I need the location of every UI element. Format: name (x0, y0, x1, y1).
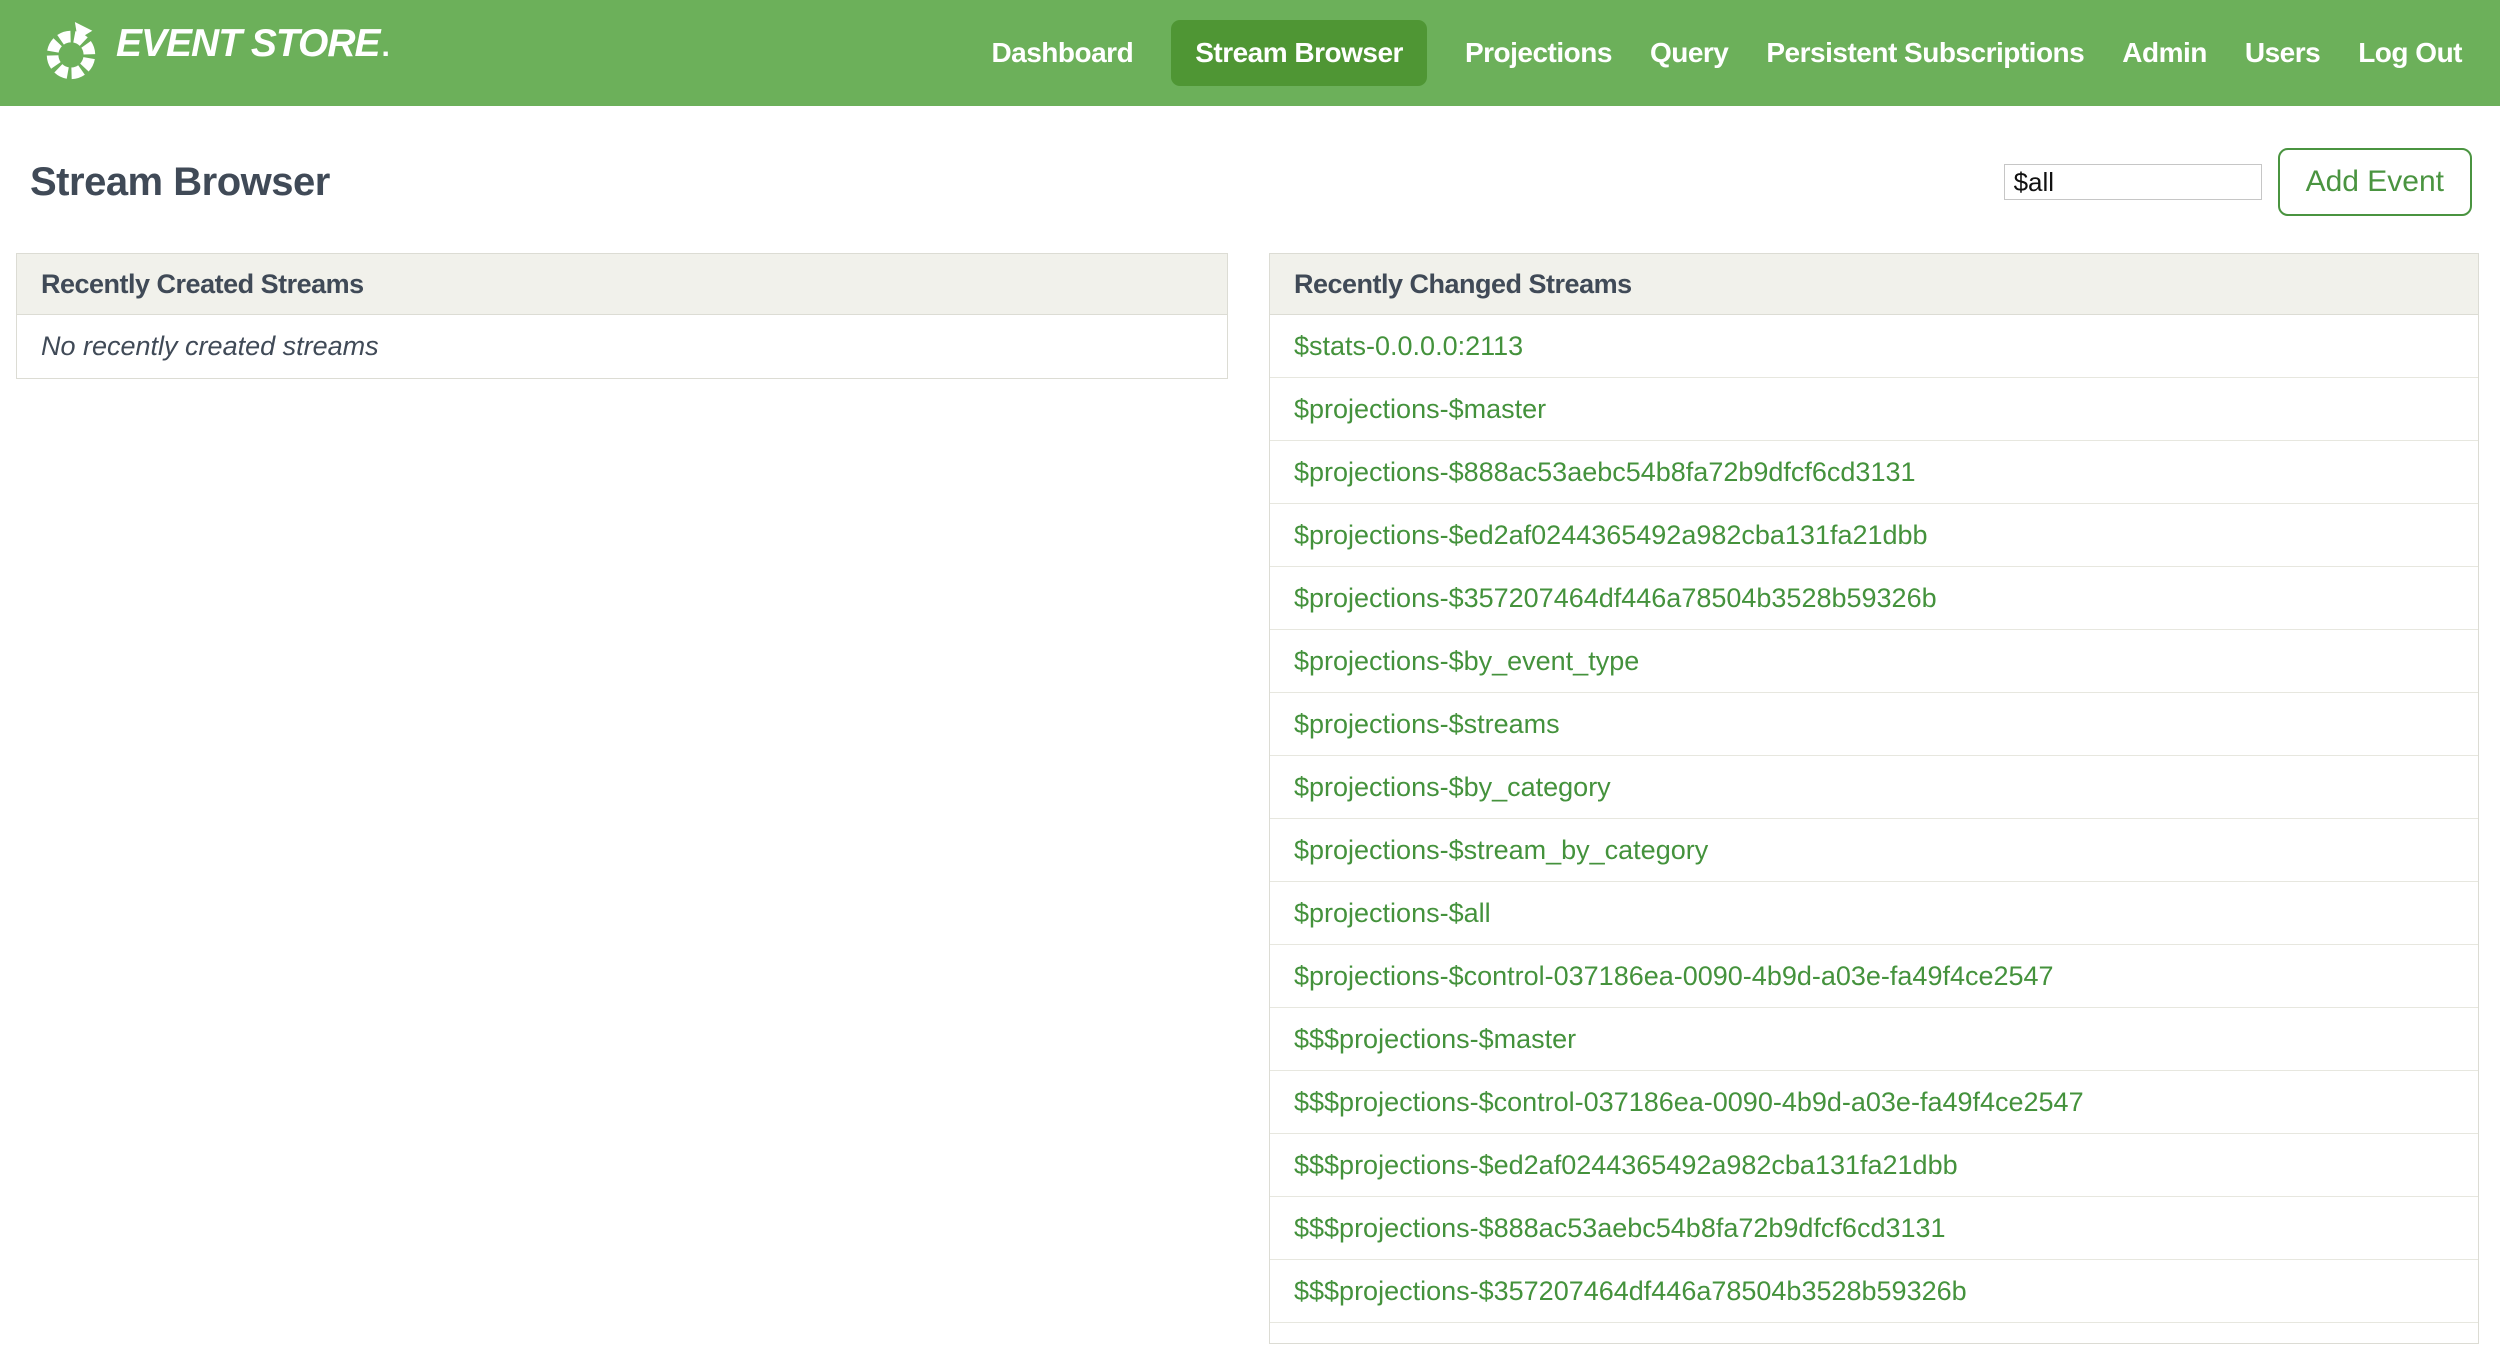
app-header: EVENT STORE . Dashboard Stream Browser P… (0, 0, 2500, 106)
stream-link[interactable]: $stats-0.0.0.0:2113 (1294, 331, 1523, 361)
brand-suffix: . (381, 30, 390, 63)
stream-row: $projections-$ed2af0244365492a982cba131f… (1270, 504, 2478, 567)
nav-stream-browser[interactable]: Stream Browser (1171, 20, 1427, 86)
stream-row: $$$projections-$master (1270, 1008, 2478, 1071)
stream-row: $projections-$master (1270, 378, 2478, 441)
stream-row: $$$projections-$ed2af0244365492a982cba13… (1270, 1134, 2478, 1197)
page-title: Stream Browser (30, 159, 330, 204)
recently-changed-header: Recently Changed Streams (1270, 254, 2478, 315)
stream-link[interactable]: $projections-$by_category (1294, 772, 1611, 802)
recently-created-header: Recently Created Streams (17, 254, 1227, 315)
stream-link[interactable]: $projections-$control-037186ea-0090-4b9d… (1294, 961, 2054, 991)
recently-created-panel: Recently Created Streams No recently cre… (16, 253, 1228, 379)
stream-name-input[interactable] (2003, 164, 2262, 200)
stream-link[interactable]: $$$projections-$357207464df446a78504b352… (1294, 1276, 1967, 1306)
stream-link[interactable]: $$$projections-$control-037186ea-0090-4b… (1294, 1087, 2084, 1117)
recently-created-empty-message: No recently created streams (41, 331, 379, 361)
stream-link[interactable]: $projections-$by_event_type (1294, 646, 1639, 676)
add-event-button[interactable]: Add Event (2277, 148, 2472, 216)
main-nav: Dashboard Stream Browser Projections Que… (991, 20, 2462, 86)
stream-row: $$$projections-$control-037186ea-0090-4b… (1270, 1071, 2478, 1134)
stream-row: $projections-$357207464df446a78504b3528b… (1270, 567, 2478, 630)
stream-row: $projections-$888ac53aebc54b8fa72b9dfcf6… (1270, 441, 2478, 504)
stream-row-partial (1270, 1323, 2478, 1343)
stream-link[interactable]: $projections-$888ac53aebc54b8fa72b9dfcf6… (1294, 457, 1916, 487)
stream-row: $projections-$control-037186ea-0090-4b9d… (1270, 945, 2478, 1008)
stream-link[interactable]: $projections-$357207464df446a78504b3528b… (1294, 583, 1937, 613)
stream-row: $$$projections-$888ac53aebc54b8fa72b9dfc… (1270, 1197, 2478, 1260)
brand: EVENT STORE . (40, 22, 390, 84)
recently-changed-panel: Recently Changed Streams $stats-0.0.0.0:… (1269, 253, 2479, 1344)
stream-link[interactable]: $$$projections-$888ac53aebc54b8fa72b9dfc… (1294, 1213, 1946, 1243)
nav-admin[interactable]: Admin (2122, 37, 2207, 69)
panels: Recently Created Streams No recently cre… (16, 253, 2479, 1344)
event-store-logo-icon (46, 22, 96, 80)
stream-row: $projections-$streams (1270, 693, 2478, 756)
nav-persistent-subscriptions[interactable]: Persistent Subscriptions (1766, 37, 2084, 69)
stream-row: $projections-$by_category (1270, 756, 2478, 819)
nav-log-out[interactable]: Log Out (2358, 37, 2462, 69)
stream-link[interactable]: $projections-$all (1294, 898, 1491, 928)
nav-query[interactable]: Query (1650, 37, 1729, 69)
stream-row: $stats-0.0.0.0:2113 (1270, 315, 2478, 378)
stream-link[interactable]: $$$projections-$master (1294, 1024, 1576, 1054)
stream-link[interactable]: $projections-$stream_by_category (1294, 835, 1708, 865)
stream-link[interactable]: $$$projections-$ed2af0244365492a982cba13… (1294, 1150, 1958, 1180)
stream-row: $$$projections-$357207464df446a78504b352… (1270, 1260, 2478, 1323)
nav-projections[interactable]: Projections (1465, 37, 1612, 69)
stream-link[interactable]: $projections-$ed2af0244365492a982cba131f… (1294, 520, 1928, 550)
nav-users[interactable]: Users (2245, 37, 2321, 69)
main-content: Stream Browser Add Event Recently Create… (0, 147, 2500, 1344)
brand-name: EVENT STORE (116, 22, 381, 65)
stream-row: $projections-$all (1270, 882, 2478, 945)
nav-dashboard[interactable]: Dashboard (991, 37, 1133, 69)
page-head: Stream Browser Add Event (30, 147, 2472, 217)
stream-controls: Add Event (2003, 148, 2472, 216)
stream-link[interactable]: $projections-$master (1294, 394, 1546, 424)
stream-row: $projections-$stream_by_category (1270, 819, 2478, 882)
stream-row: $projections-$by_event_type (1270, 630, 2478, 693)
stream-link[interactable]: $projections-$streams (1294, 709, 1560, 739)
